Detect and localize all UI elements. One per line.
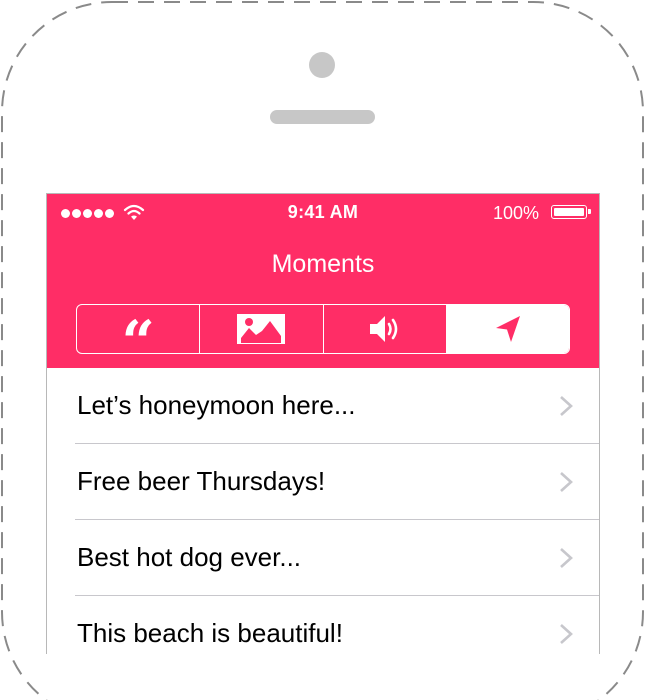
chevron-right-icon — [560, 548, 573, 568]
location-arrow-icon — [495, 316, 520, 342]
list-item-label: Let’s honeymoon here... — [77, 390, 356, 420]
status-bar: 9:41 AM 100% — [47, 194, 599, 234]
segment-location[interactable] — [446, 305, 569, 353]
battery-icon — [551, 205, 591, 219]
earpiece-speaker — [270, 110, 375, 124]
page-title: Moments — [271, 250, 375, 278]
list-item-label: Best hot dog ever... — [77, 542, 302, 572]
speaker-icon — [369, 316, 397, 342]
segment-audio[interactable] — [324, 305, 447, 353]
moments-list: Let’s honeymoon here... Free beer Thursd… — [47, 368, 599, 654]
list-item-label: This beach is beautiful! — [77, 618, 343, 648]
list-item[interactable]: Let’s honeymoon here... — [75, 368, 599, 444]
list-item[interactable]: Free beer Thursdays! — [75, 444, 599, 520]
chevron-right-icon — [560, 624, 573, 644]
battery-percentage: 100% — [492, 203, 539, 223]
list-item[interactable]: Best hot dog ever... — [75, 520, 599, 596]
quote-icon: “ — [121, 308, 155, 354]
front-camera — [309, 52, 335, 78]
list-item[interactable]: This beach is beautiful! — [75, 596, 599, 654]
chevron-right-icon — [560, 472, 573, 492]
segment-quotes[interactable]: “ — [77, 305, 201, 354]
segment-photos[interactable] — [200, 305, 324, 353]
segmented-control: “ — [76, 304, 570, 354]
chevron-right-icon — [560, 396, 573, 416]
phone-screen: 9:41 AM 100% Moments “ Let’s honeymoon h… — [46, 193, 600, 654]
list-item-label: Free beer Thursdays! — [77, 466, 326, 496]
photo-icon — [237, 314, 286, 344]
navigation-bar: 9:41 AM 100% Moments “ — [47, 194, 599, 368]
